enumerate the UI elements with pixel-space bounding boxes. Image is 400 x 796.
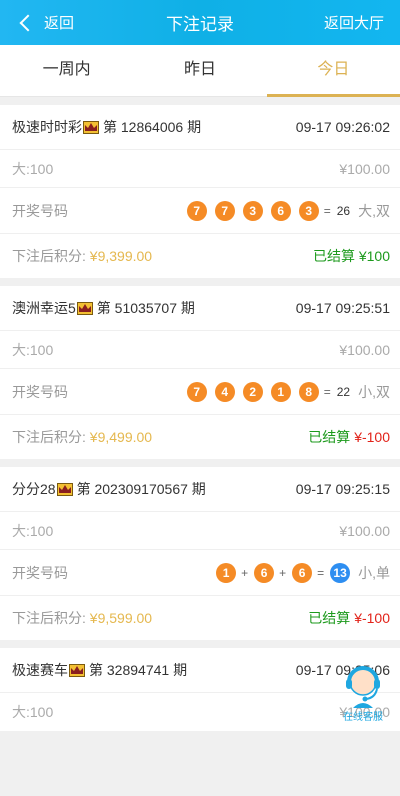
tab-today[interactable]: 今日	[266, 45, 400, 97]
draw-ball: 3	[242, 200, 263, 221]
header-bar: 返回 下注记录 返回大厅	[0, 0, 400, 45]
settle-row: 下注后积分: ¥9,599.00 已结算 ¥-100	[0, 596, 400, 640]
record-header: 极速时时彩 第 12864006 期 09-17 09:26:02	[0, 105, 400, 150]
game-name: 分分28	[12, 481, 56, 497]
crown-icon	[69, 663, 85, 677]
settle-row: 下注后积分: ¥9,399.00 已结算 ¥100	[0, 234, 400, 278]
equals-sign: =	[323, 384, 331, 399]
draw-ball: 6	[270, 200, 291, 221]
points-value: ¥9,399.00	[89, 248, 153, 264]
period-number: 第 32894741 期	[89, 662, 188, 678]
headset-icon	[346, 666, 380, 708]
points-label: 下注后积分:	[12, 248, 86, 264]
record-header: 分分28 第 202309170567 期 09-17 09:25:15	[0, 467, 400, 512]
crown-icon	[76, 301, 93, 315]
equals-sign: =	[317, 565, 325, 580]
draw-label: 开奖号码	[12, 202, 68, 219]
tab-yesterday[interactable]: 昨日	[133, 45, 266, 96]
draw-ball: 7	[186, 200, 207, 221]
game-name: 澳洲幸运5	[12, 300, 76, 316]
draw-sum: 22	[336, 384, 351, 399]
record-card[interactable]: 澳洲幸运5 第 51035707 期 09-17 09:25:51 大:100 …	[0, 286, 400, 459]
draw-ball: 6	[254, 562, 275, 583]
bet-amount: ¥100.00	[339, 341, 390, 358]
settle-row: 下注后积分: ¥9,499.00 已结算 ¥-100	[0, 415, 400, 459]
record-card[interactable]: 分分28 第 202309170567 期 09-17 09:25:15 大:1…	[0, 467, 400, 640]
customer-service-button[interactable]: 在线客服	[336, 660, 390, 723]
payout-value: ¥-100	[354, 610, 390, 626]
draw-ball: 3	[298, 200, 319, 221]
bet-amount: ¥100.00	[339, 160, 390, 177]
draw-ball: 1	[216, 562, 237, 583]
equals-sign: =	[323, 203, 331, 218]
back-label: 返回	[44, 15, 75, 32]
payout-value: ¥100	[358, 248, 390, 264]
draw-result: 小,双	[358, 383, 390, 400]
bet-row: 大:100 ¥100.00	[0, 512, 400, 550]
draw-ball: 7	[186, 381, 207, 402]
plus-sign: +	[279, 565, 287, 580]
draw-numbers: 7 4 2 1 8 = 22 小,双	[179, 381, 390, 402]
draw-row: 开奖号码 1 + 6 + 6 = 13 小,单	[0, 550, 400, 596]
crown-icon	[56, 482, 73, 496]
draw-ball: 7	[214, 200, 235, 221]
record-card[interactable]: 极速时时彩 第 12864006 期 09-17 09:26:02 大:100 …	[0, 105, 400, 278]
draw-sum: 13	[330, 562, 351, 583]
points-label: 下注后积分:	[12, 429, 86, 445]
bet-row: 大:100 ¥100.00	[0, 331, 400, 369]
plus-sign: +	[241, 565, 249, 580]
bet-time: 09-17 09:25:15	[295, 481, 390, 497]
draw-label: 开奖号码	[12, 383, 68, 400]
status-badge: 已结算	[308, 429, 351, 445]
points-value: ¥9,599.00	[89, 610, 153, 626]
tab-week[interactable]: 一周内	[0, 45, 133, 96]
bet-content: 大:100	[12, 522, 54, 539]
draw-label: 开奖号码	[12, 564, 68, 581]
service-label: 在线客服	[343, 712, 383, 723]
points-value: ¥9,499.00	[89, 429, 153, 445]
bet-content: 大:100	[12, 160, 54, 177]
payout-value: ¥-100	[354, 429, 390, 445]
bet-time: 09-17 09:25:51	[295, 300, 390, 316]
record-list: 极速时时彩 第 12864006 期 09-17 09:26:02 大:100 …	[0, 97, 400, 731]
back-button[interactable]: 返回	[0, 12, 74, 33]
chevron-left-icon	[19, 14, 37, 31]
bet-content: 大:100	[12, 704, 54, 720]
status-badge: 已结算	[312, 248, 355, 264]
game-name: 极速时时彩	[12, 119, 82, 135]
bet-row: 大:100 ¥100.00	[0, 150, 400, 188]
draw-ball: 8	[298, 381, 319, 402]
return-hall-button[interactable]: 返回大厅	[324, 12, 400, 33]
draw-result: 小,单	[358, 564, 390, 581]
draw-numbers: 7 7 3 6 3 = 26 大,双	[179, 200, 390, 221]
period-number: 第 12864006 期	[103, 119, 202, 135]
points-label: 下注后积分:	[12, 610, 86, 626]
bet-time: 09-17 09:26:02	[295, 119, 390, 135]
draw-ball: 2	[242, 381, 263, 402]
draw-row: 开奖号码 7 4 2 1 8 = 22 小,双	[0, 369, 400, 415]
draw-ball: 4	[214, 381, 235, 402]
date-tabs: 一周内 昨日 今日	[0, 45, 400, 97]
record-header: 澳洲幸运5 第 51035707 期 09-17 09:25:51	[0, 286, 400, 331]
bet-content: 大:100	[12, 341, 54, 358]
draw-numbers: 1 + 6 + 6 = 13 小,单	[208, 562, 390, 583]
draw-sum: 26	[336, 203, 351, 218]
draw-ball: 1	[270, 381, 291, 402]
period-number: 第 51035707 期	[96, 300, 195, 316]
draw-row: 开奖号码 7 7 3 6 3 = 26 大,双	[0, 188, 400, 234]
draw-result: 大,双	[358, 202, 390, 219]
draw-ball: 6	[292, 562, 313, 583]
period-number: 第 202309170567 期	[76, 481, 206, 497]
status-badge: 已结算	[308, 610, 351, 626]
game-name: 极速赛车	[12, 662, 68, 678]
bet-amount: ¥100.00	[339, 522, 390, 539]
crown-icon	[83, 120, 99, 134]
